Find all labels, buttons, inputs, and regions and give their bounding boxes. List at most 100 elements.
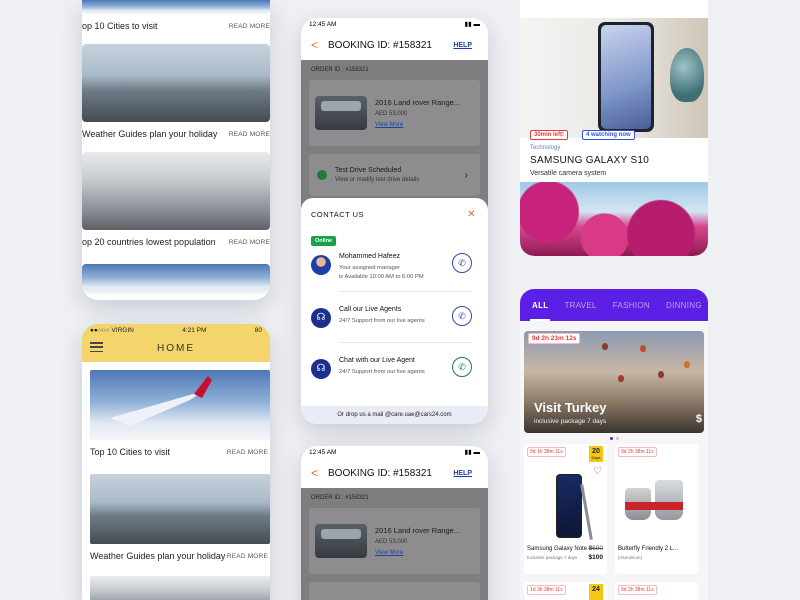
clock: 12:45 AM <box>309 448 337 456</box>
read-more-link[interactable]: READ MORE <box>229 239 270 246</box>
tab-travel[interactable]: TRAVEL <box>556 289 604 321</box>
article-title: op 10 Cities to visit <box>82 21 158 31</box>
article-title: Weather Guides plan your holiday <box>82 129 218 139</box>
new-price: $100 <box>588 554 603 561</box>
product-sub: Inclusive package 7 days <box>527 555 578 560</box>
test-drive-card[interactable]: Test Drive Scheduled View or modify test… <box>309 154 480 196</box>
car-name: 2016 Land rover Range... <box>375 526 461 535</box>
manager-hours: is Available 10:00 AM to 6:00 PM <box>339 273 424 280</box>
heart-icon[interactable]: ♡ <box>593 466 602 477</box>
booking-screen: 12:45 AM ▮▮ ▬ < BOOKING ID: #158321 HELP… <box>301 18 488 424</box>
contact-us-sheet: CONTACT US ✕ Online Mohammed Hafeez Your… <box>301 198 488 424</box>
status-bar: ●●○○○ VIRGIN 4:21 PM 80 <box>82 324 270 336</box>
tab-all[interactable]: ALL <box>524 289 556 321</box>
countdown-timer: 9d 2h 38m 11s <box>618 447 657 457</box>
test-drive-card[interactable] <box>309 582 480 600</box>
test-drive-title: Test Drive Scheduled <box>335 167 402 174</box>
list-item[interactable]: op 20 countries lowest population READ M… <box>82 230 270 254</box>
list-item[interactable]: Top 10 Cities to visit READ MORE <box>90 440 270 464</box>
galaxy-phone-image <box>598 22 654 132</box>
chevron-right-icon: › <box>464 169 468 181</box>
help-link[interactable]: HELP <box>453 42 472 49</box>
back-arrow-icon[interactable]: < <box>311 466 318 480</box>
product-card[interactable]: 9d 2h 38m 11s <box>615 582 698 600</box>
online-badge: Online <box>311 236 337 246</box>
chat-sub: 24/7 Support from our live agents <box>339 369 425 376</box>
tab-fashion[interactable]: FASHION <box>605 289 658 321</box>
mail-footer[interactable]: Or drop us a mail @care.uae@cars24.com <box>301 406 488 424</box>
read-more-link[interactable]: READ MORE <box>227 449 268 456</box>
product-sub: (Aluminium) <box>618 555 643 560</box>
travel-image[interactable] <box>82 44 270 122</box>
car-card[interactable]: 2016 Land rover Range... AED 53,000 View… <box>309 508 480 574</box>
time-left-badge: 30min left! <box>530 130 569 140</box>
read-more-link[interactable]: READ MORE <box>229 23 270 30</box>
product-image-band <box>625 502 683 510</box>
signal-icon: ▮▮ ▬ <box>464 449 480 456</box>
booking-title: BOOKING ID: #158321 <box>328 39 432 51</box>
close-icon[interactable]: ✕ <box>467 209 476 220</box>
whatsapp-button[interactable]: ✆ <box>452 357 472 378</box>
divider <box>339 291 472 293</box>
call-agents-button[interactable]: ✆ <box>452 306 472 327</box>
back-arrow-icon[interactable]: < <box>311 38 318 52</box>
travel-image[interactable] <box>90 576 270 600</box>
days-label: Days <box>591 455 601 460</box>
travel-image[interactable] <box>82 264 270 294</box>
carrier-label: ●●○○○ VIRGIN <box>90 326 134 334</box>
call-manager-button[interactable]: ✆ <box>452 253 472 273</box>
status-bar: 12:45 AM ▮▮ ▬ <box>301 18 488 30</box>
manager-role: Your assigned manager <box>339 265 401 271</box>
view-more-link[interactable]: View More <box>375 550 460 556</box>
travel-image[interactable] <box>82 0 270 14</box>
home-header: ●●○○○ VIRGIN 4:21 PM 80 HOME <box>82 324 270 362</box>
list-item[interactable]: Weather Guides plan your holiday READ MO… <box>90 544 270 568</box>
stylus-image <box>580 484 593 540</box>
hero-banner[interactable]: 9d 2h 23m 12s Visit Turkey inclusive pac… <box>524 331 704 433</box>
sheet-title: CONTACT US <box>311 210 365 219</box>
read-more-link[interactable]: READ MORE <box>229 131 270 138</box>
travel-image[interactable] <box>82 152 270 230</box>
airplane-wing-icon <box>110 376 212 426</box>
list-item[interactable]: op 10 Cities to visit READ MORE <box>82 14 270 38</box>
headset-icon: ☊ <box>311 359 331 380</box>
test-drive-sub: View or modify test drive details <box>335 177 420 183</box>
product-card[interactable]: 9d 1h 38m 11s 20 Days ♡ Samsung Galaxy N… <box>524 444 607 574</box>
phone-icon: ✆ <box>458 257 466 268</box>
booking-screen-2: 12:45 AM ▮▮ ▬ < BOOKING ID: #158321 HELP… <box>301 446 488 600</box>
chat-title: Chat with our Live Agent <box>339 357 415 365</box>
car-card[interactable]: 2016 Land rover Range... AED 53,000 View… <box>309 80 480 146</box>
avatar <box>311 255 331 275</box>
live-agents-contact: ☊ Call our Live Agents 24/7 Support from… <box>301 306 488 329</box>
watching-badge: 4 watching now <box>582 130 635 140</box>
travel-image[interactable] <box>90 474 270 544</box>
old-price: $690 <box>588 545 603 552</box>
countdown-timer: 1d 3h 38m 11s <box>527 585 566 595</box>
car-price: AED 53,000 <box>375 111 408 117</box>
product-card[interactable]: 1d 3h 38m 11s 24 <box>524 582 607 600</box>
product-detail-screen: 30min left! 4 watching now Technology SA… <box>520 0 708 256</box>
divider <box>339 342 472 344</box>
flowers-image[interactable] <box>520 182 708 256</box>
clock: 4:21 PM <box>182 326 207 334</box>
days-count: 20 <box>592 448 600 455</box>
product-card[interactable]: 9d 2h 38m 11s Butterfly Friendly 2 L... … <box>615 444 698 574</box>
clock: 12:45 AM <box>309 20 337 28</box>
battery-level: 80 <box>254 326 262 334</box>
help-link[interactable]: HELP <box>453 470 472 477</box>
check-circle-icon <box>317 170 327 180</box>
menu-icon[interactable] <box>90 342 103 352</box>
tab-dinning[interactable]: DINNING <box>658 289 708 321</box>
manager-contact: Mohammed Hafeez Your assigned manager is… <box>301 253 488 281</box>
read-more-link[interactable]: READ MORE <box>227 553 268 560</box>
booking-title: BOOKING ID: #158321 <box>328 467 432 479</box>
product-image[interactable]: 30min left! 4 watching now <box>520 18 708 140</box>
product-description: Versatile camera system <box>530 170 607 177</box>
view-more-link[interactable]: View More <box>375 122 460 128</box>
status-bar: 12:45 AM ▮▮ ▬ <box>301 446 488 458</box>
travel-image[interactable] <box>90 370 270 440</box>
list-item[interactable]: Weather Guides plan your holiday READ MO… <box>82 122 270 146</box>
carousel-dots[interactable] <box>520 437 708 440</box>
dimmed-content: ORDER ID : #158321 2016 Land rover Range… <box>301 488 488 600</box>
mockup-canvas: op 10 Cities to visit READ MORE Weather … <box>0 0 800 600</box>
